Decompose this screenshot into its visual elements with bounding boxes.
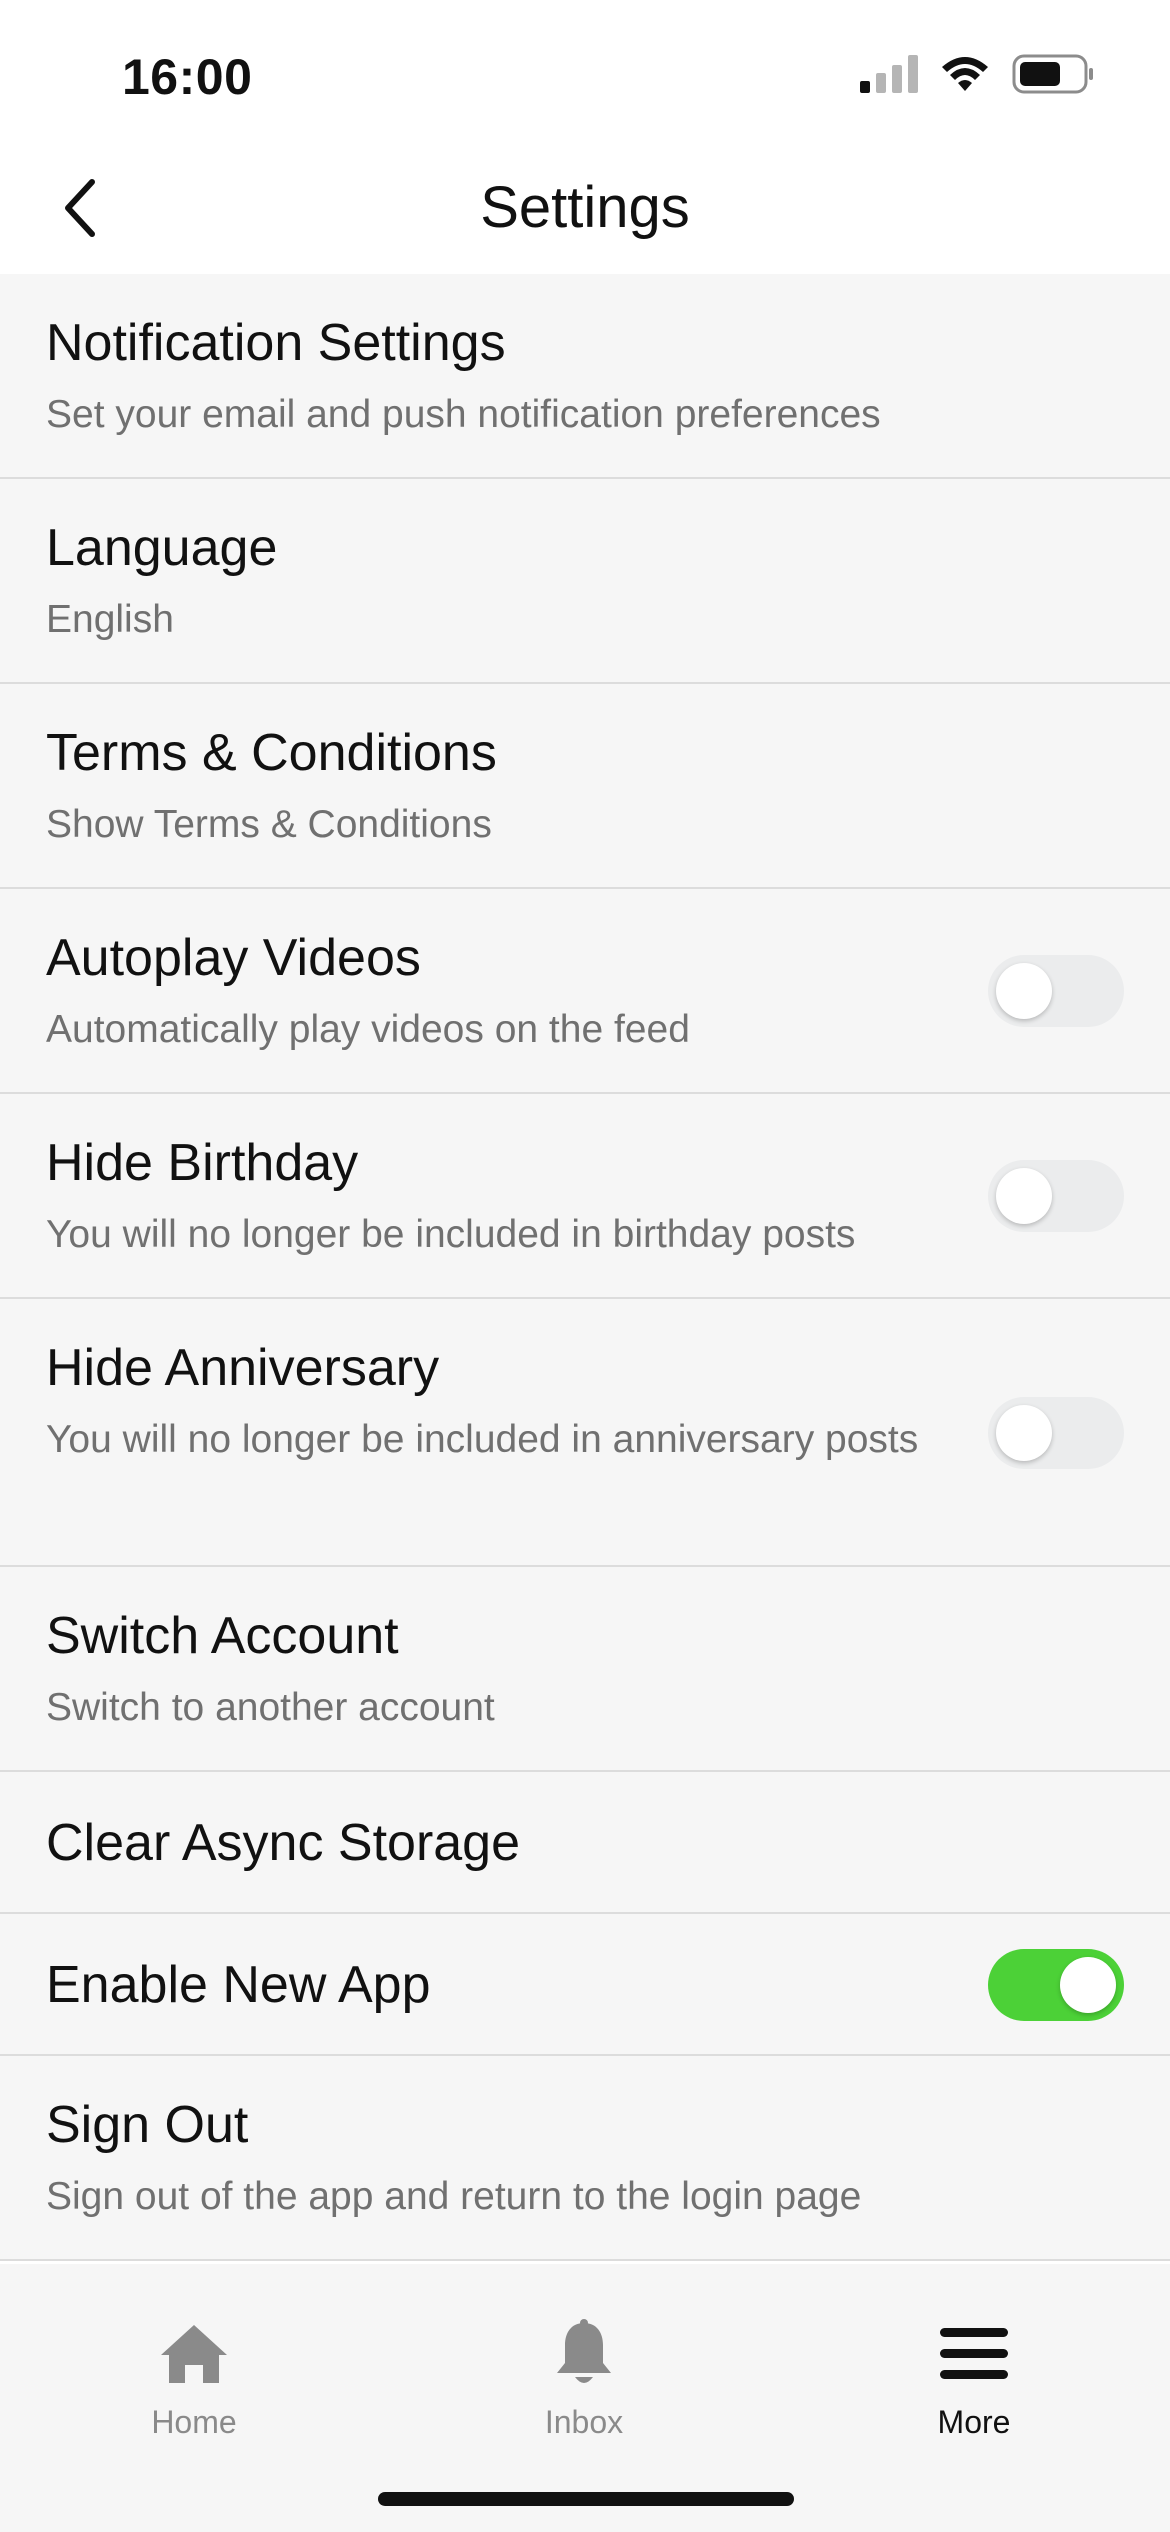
row-subtitle: Switch to another account [46,1686,495,1729]
settings-row-terms-conditions[interactable]: Terms & Conditions Show Terms & Conditio… [0,684,1170,889]
toggle-knob [996,1405,1052,1461]
cellular-signal-icon [860,55,918,98]
tab-inbox[interactable]: Inbox [484,2314,684,2454]
status-icons [860,54,1094,99]
settings-list: Notification Settings Set your email and… [0,274,1170,2261]
toggle-knob [996,963,1052,1019]
row-title: Terms & Conditions [46,724,497,782]
row-title: Hide Anniversary [46,1339,440,1397]
row-title: Language [46,519,278,577]
row-title: Hide Birthday [46,1134,359,1192]
row-title: Notification Settings [46,314,506,372]
settings-row-enable-new-app[interactable]: Enable New App [0,1914,1170,2056]
row-subtitle: You will no longer be included in annive… [46,1418,919,1461]
settings-row-notification-settings[interactable]: Notification Settings Set your email and… [0,274,1170,479]
tab-label: More [937,2404,1011,2440]
hide-birthday-toggle[interactable] [988,1160,1124,1232]
settings-row-switch-account[interactable]: Switch Account Switch to another account [0,1567,1170,1772]
row-subtitle: English [46,598,174,641]
tab-label: Inbox [544,2404,624,2440]
tab-home[interactable]: Home [94,2314,294,2454]
toggle-knob [996,1168,1052,1224]
row-title: Switch Account [46,1607,399,1665]
nav-bar: Settings [0,140,1170,274]
bell-icon [484,2314,684,2394]
wifi-icon [940,55,990,98]
row-title: Enable New App [46,1956,431,2014]
tab-more[interactable]: More [874,2314,1074,2454]
home-icon [94,2314,294,2394]
row-subtitle: Set your email and push notification pre… [46,393,881,436]
row-subtitle: Sign out of the app and return to the lo… [46,2175,862,2218]
row-subtitle: Automatically play videos on the feed [46,1008,690,1051]
toggle-knob [1060,1957,1116,2013]
settings-row-language[interactable]: Language English [0,479,1170,684]
settings-row-clear-async-storage[interactable]: Clear Async Storage [0,1772,1170,1914]
home-indicator[interactable] [378,2492,794,2506]
row-title: Autoplay Videos [46,929,421,987]
hamburger-menu-icon [874,2314,1074,2394]
page-title: Settings [480,175,690,240]
row-subtitle: Show Terms & Conditions [46,803,492,846]
settings-row-sign-out[interactable]: Sign Out Sign out of the app and return … [0,2056,1170,2261]
settings-row-hide-anniversary[interactable]: Hide Anniversary You will no longer be i… [0,1299,1170,1567]
status-bar: 16:00 [0,0,1170,140]
tab-label: Home [151,2404,237,2440]
autoplay-videos-toggle[interactable] [988,955,1124,1027]
settings-row-hide-birthday[interactable]: Hide Birthday You will no longer be incl… [0,1094,1170,1299]
row-title: Clear Async Storage [46,1814,521,1872]
status-time: 16:00 [122,49,253,105]
enable-new-app-toggle[interactable] [988,1949,1124,2021]
settings-row-autoplay-videos[interactable]: Autoplay Videos Automatically play video… [0,889,1170,1094]
row-subtitle: You will no longer be included in birthd… [46,1213,856,1256]
row-title: Sign Out [46,2096,249,2154]
hide-anniversary-toggle[interactable] [988,1397,1124,1469]
battery-icon [1012,54,1094,99]
